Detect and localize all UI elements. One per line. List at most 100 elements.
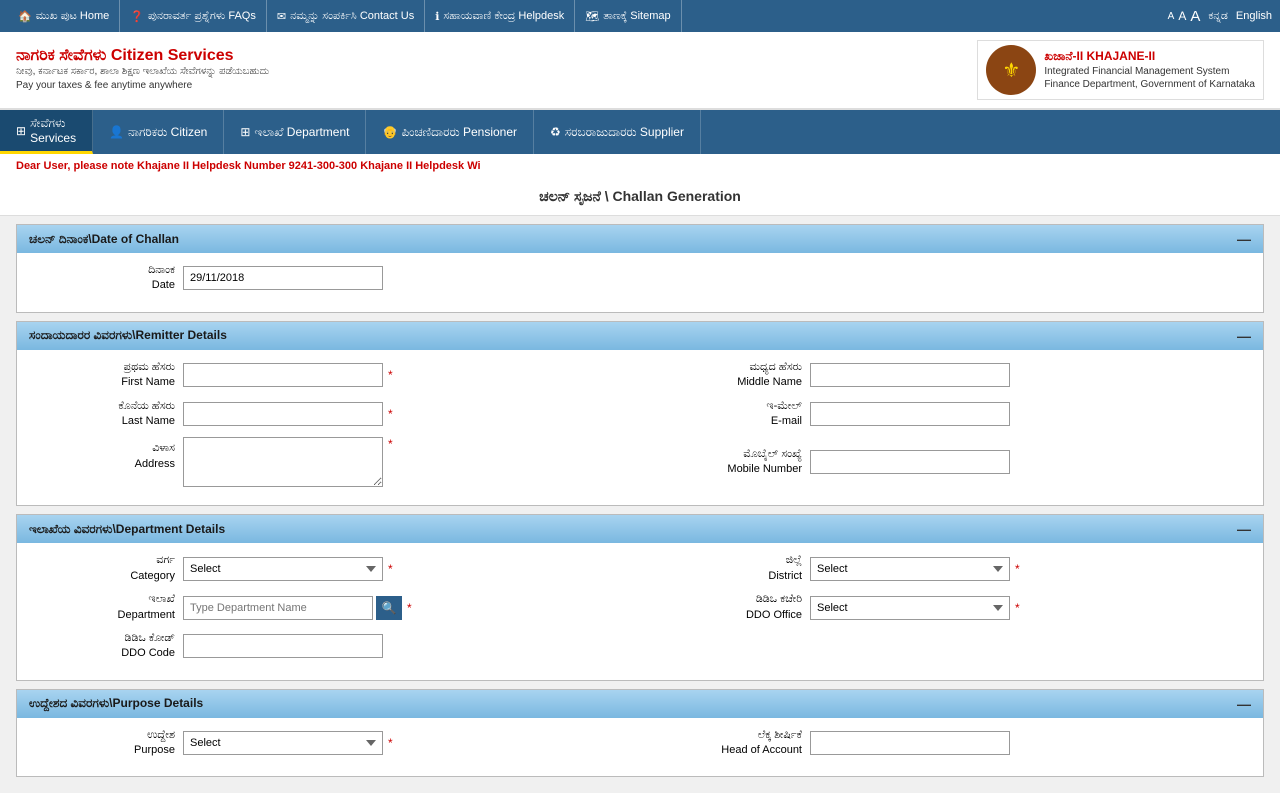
purpose-select[interactable]: Select	[183, 731, 383, 755]
email-icon: ✉	[277, 10, 286, 23]
district-label: ಜಿಲ್ಲೆ District	[650, 553, 810, 584]
email-input[interactable]	[810, 402, 1010, 426]
site-header: ನಾಗರಿಕ ಸೇವೆಗಳು Citizen Services ನೀವು, ಕರ…	[0, 32, 1280, 110]
ddo-code-row: ಡಿಡಿಒ ಕೋಡ್ DDO Code	[33, 631, 630, 662]
dept-form: ವರ್ಗ Category Select * ಜಿಲ್ಲೆ District	[33, 553, 1247, 669]
address-field: *	[183, 437, 630, 487]
challan-date-section: ಚಲನ್ ದಿನಾಂಕ\Date of Challan — ದಿನಾಂಕ Dat…	[16, 224, 1264, 313]
emblem-icon: ⚜	[986, 45, 1036, 95]
site-title: ನಾಗರಿಕ ಸೇವೆಗಳು Citizen Services	[16, 47, 269, 65]
home-nav-item[interactable]: 🏠 ಮುಖ ಪುಟ Home	[8, 0, 120, 32]
font-medium-btn[interactable]: A	[1178, 9, 1186, 23]
email-row: ಇ-ಮೇಲ್ E-mail	[650, 399, 1247, 430]
sitemap-nav-item[interactable]: 🗺 ತಾಣಕ್ಕೆ Sitemap	[575, 0, 681, 32]
help-icon: ℹ	[435, 10, 439, 23]
last-name-input[interactable]	[183, 402, 383, 426]
top-nav-right: A A A ಕನ್ನಡ English	[1168, 8, 1272, 25]
department-input[interactable]	[183, 596, 373, 620]
challan-date-body: ದಿನಾಂಕ Date 29/11/2018	[17, 253, 1263, 312]
nav-supplier[interactable]: ♻ ಸರಬರಾಜುದಾರರು Supplier	[534, 110, 701, 154]
font-small-btn[interactable]: A	[1168, 11, 1175, 22]
page-title: ಚಲನ್ ಸೃಜನೆ \ Challan Generation	[0, 178, 1280, 216]
language-kannada[interactable]: ಕನ್ನಡ	[1208, 10, 1228, 23]
dept-search-button[interactable]: 🔍	[376, 596, 402, 620]
remitter-section: ಸಂದಾಯದಾರರ ವಿವರಗಳು\Remitter Details — ಪ್ರ…	[16, 321, 1264, 507]
address-row: ವಿಳಾಸ Address *	[33, 437, 630, 487]
ddo-office-label: ಡಿಡಿಒ ಕಚೇರಿ DDO Office	[650, 592, 810, 623]
remitter-collapse[interactable]: —	[1237, 328, 1251, 344]
citizen-icon: 👤	[109, 125, 124, 139]
middle-name-label: ಮಧ್ಯದ ಹೆಸರು Middle Name	[650, 360, 810, 391]
purpose-body: ಉದ್ದೇಶ Purpose Select * ಲೆಕ್ಕ ಶೀರ್ಷಿಕೆ H…	[17, 718, 1263, 777]
department-label: ಇಲಾಖೆ Department	[33, 592, 183, 623]
purpose-label: ಉದ್ದೇಶ Purpose	[33, 728, 183, 759]
header-logo: ⚜ ಖಜಾನೆ-II KHAJANE-II Integrated Financi…	[977, 40, 1264, 100]
mobile-label: ಮೊಬೈಲ್ ಸಂಖ್ಯೆ Mobile Number	[650, 447, 810, 478]
ddo-code-input[interactable]	[183, 634, 383, 658]
contact-nav-item[interactable]: ✉ ನಮ್ಮನ್ನು ಸಂಪರ್ಕಿಸಿ Contact Us	[267, 0, 425, 32]
mobile-row: ಮೊಬೈಲ್ ಸಂಖ್ಯೆ Mobile Number	[650, 437, 1247, 487]
address-label: ವಿಳಾಸ Address	[33, 437, 183, 472]
district-row: ಜಿಲ್ಲೆ District Select *	[650, 553, 1247, 584]
purpose-row: ಉದ್ದೇಶ Purpose Select *	[33, 728, 630, 759]
address-input[interactable]	[183, 437, 383, 487]
services-icon: ⊞	[16, 124, 26, 138]
header-left: ನಾಗರಿಕ ಸೇವೆಗಳು Citizen Services ನೀವು, ಕರ…	[16, 47, 269, 93]
main-nav: ⊞ ಸೇವೆಗಳು Services 👤 ನಾಗರಿಕರು Citizen ⊞ …	[0, 110, 1280, 154]
category-row: ವರ್ಗ Category Select *	[33, 553, 630, 584]
ddo-office-select[interactable]: Select	[810, 596, 1010, 620]
ddo-code-label: ಡಿಡಿಒ ಕೋಡ್ DDO Code	[33, 631, 183, 662]
sitemap-icon: 🗺	[585, 10, 599, 23]
head-of-account-row: ಲೆಕ್ಕ ಶೀರ್ಷಿಕೆ Head of Account	[650, 728, 1247, 759]
first-name-field: *	[183, 363, 630, 387]
nav-pensioner[interactable]: 👴 ಪಿಂಚಣಿದಾರರು Pensioner	[366, 110, 534, 154]
font-large-btn[interactable]: A	[1190, 8, 1200, 25]
helpdesk-nav-item[interactable]: ℹ ಸಹಾಯವಾಣಿ ಕೇಂದ್ರ Helpdesk	[425, 0, 575, 32]
dept-header: ಇಲಾಖೆಯ ವಿವರಗಳು\Department Details —	[17, 515, 1263, 543]
empty-cell	[650, 631, 1247, 670]
category-field: Select *	[183, 557, 630, 581]
date-input[interactable]: 29/11/2018	[183, 266, 383, 290]
faqs-nav-item[interactable]: ❓ ಪುನರಾವರ್ತ ಪ್ರಶ್ನೆಗಳು FAQs	[120, 0, 267, 32]
purpose-field: Select *	[183, 731, 630, 755]
notice-bar: Dear User, please note Khajane II Helpde…	[0, 154, 1280, 178]
remitter-body: ಪ್ರಥಮ ಹೆಸರು First Name * ಮಧ್ಯದ ಹೆಸರು Mid…	[17, 350, 1263, 506]
dept-body: ವರ್ಗ Category Select * ಜಿಲ್ಲೆ District	[17, 543, 1263, 679]
date-label: ದಿನಾಂಕ Date	[33, 263, 183, 294]
ddo-office-field: Select *	[810, 596, 1247, 620]
dept-section: ಇಲಾಖೆಯ ವಿವರಗಳು\Department Details — ವರ್ಗ…	[16, 514, 1264, 680]
ddo-code-field	[183, 634, 630, 658]
pensioner-icon: 👴	[382, 125, 397, 139]
middle-name-row: ಮಧ್ಯದ ಹೆಸರು Middle Name	[650, 360, 1247, 391]
mobile-field	[810, 450, 1247, 474]
middle-name-input[interactable]	[810, 363, 1010, 387]
dept-collapse[interactable]: —	[1237, 521, 1251, 537]
language-english[interactable]: English	[1236, 10, 1272, 22]
supplier-icon: ♻	[550, 125, 561, 139]
middle-name-field	[810, 363, 1247, 387]
challan-date-collapse[interactable]: —	[1237, 231, 1251, 247]
nav-department[interactable]: ⊞ ಇಲಾಖೆ Department	[224, 110, 366, 154]
last-name-field: *	[183, 402, 630, 426]
head-of-account-label: ಲೆಕ್ಕ ಶೀರ್ಷಿಕೆ Head of Account	[650, 728, 810, 759]
top-nav: 🏠 ಮುಖ ಪುಟ Home ❓ ಪುನರಾವರ್ತ ಪ್ರಶ್ನೆಗಳು FA…	[0, 0, 1280, 32]
district-field: Select *	[810, 557, 1247, 581]
purpose-form: ಉದ್ದೇಶ Purpose Select * ಲೆಕ್ಕ ಶೀರ್ಷಿಕೆ H…	[33, 728, 1247, 767]
email-label: ಇ-ಮೇಲ್ E-mail	[650, 399, 810, 430]
dept-icon: ⊞	[240, 125, 250, 139]
ddo-office-row: ಡಿಡಿಒ ಕಚೇರಿ DDO Office Select *	[650, 592, 1247, 623]
category-select[interactable]: Select	[183, 557, 383, 581]
district-select[interactable]: Select	[810, 557, 1010, 581]
head-of-account-input[interactable]	[810, 731, 1010, 755]
last-name-label: ಕೊನೆಯ ಹೆಸರು Last Name	[33, 399, 183, 430]
first-name-input[interactable]	[183, 363, 383, 387]
nav-citizen[interactable]: 👤 ನಾಗರಿಕರು Citizen	[93, 110, 224, 154]
main-content: ಚಲನ್ ದಿನಾಂಕ\Date of Challan — ದಿನಾಂಕ Dat…	[0, 216, 1280, 793]
nav-services[interactable]: ⊞ ಸೇವೆಗಳು Services	[0, 110, 93, 154]
remitter-form: ಪ್ರಥಮ ಹೆಸರು First Name * ಮಧ್ಯದ ಹೆಸರು Mid…	[33, 360, 1247, 496]
remitter-header: ಸಂದಾಯದಾರರ ವಿವರಗಳು\Remitter Details —	[17, 322, 1263, 350]
purpose-collapse[interactable]: —	[1237, 696, 1251, 712]
font-size-controls: A A A	[1168, 8, 1201, 25]
home-icon: 🏠	[18, 10, 32, 23]
mobile-input[interactable]	[810, 450, 1010, 474]
